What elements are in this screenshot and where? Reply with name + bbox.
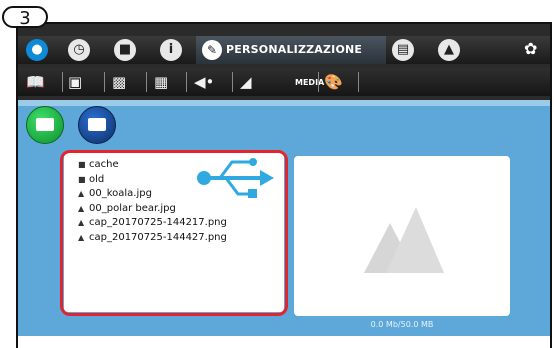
separator [318, 72, 319, 92]
separator [62, 72, 63, 92]
picture-frame-icon[interactable]: ▦ [154, 72, 168, 92]
device-screen: ● ◷ ■ i ✎ PERSONALIZZAZIONE ▤ ▲ ✿ 📖 ▣ ▩ … [18, 24, 550, 336]
tab-label: PERSONALIZZAZIONE [226, 43, 363, 56]
image-icon[interactable]: ▩ [112, 72, 126, 92]
video-camera-icon [88, 118, 106, 131]
storage-usage: 0.0 Mb/50.0 MB [370, 320, 434, 329]
printer-icon[interactable]: ▲ [438, 39, 460, 61]
book-open-icon[interactable]: 📖 [26, 72, 45, 92]
speaker-icon[interactable]: ◀• [194, 72, 214, 92]
clock-icon[interactable]: ◷ [68, 39, 90, 61]
file-list-highlight [60, 150, 288, 316]
book-icon[interactable]: ▤ [392, 39, 414, 61]
sub-toolbar [18, 68, 550, 96]
image-placeholder-icon [364, 207, 444, 273]
separator [104, 72, 105, 92]
book-icon[interactable]: ▣ [68, 72, 82, 92]
palette-icon[interactable]: 🎨 [324, 72, 343, 92]
media-label: MEDIA [295, 78, 325, 87]
media-icon[interactable]: ◢ [240, 72, 252, 92]
media-content-area: ■ cache ■ old ▲ 00_koala.jpg ▲ 00_polar bear… [18, 100, 550, 336]
tab-personalizzazione[interactable]: ✎ PERSONALIZZAZIONE [196, 36, 386, 64]
images-icon [36, 118, 54, 131]
separator [358, 72, 359, 92]
image-preview-panel [294, 156, 510, 316]
separator [232, 72, 233, 92]
images-button[interactable] [26, 106, 64, 144]
video-button[interactable] [78, 106, 116, 144]
pen-icon: ✎ [202, 40, 222, 60]
folder-icon[interactable]: ■ [114, 39, 136, 61]
wrench-icon[interactable]: ✿ [524, 39, 537, 58]
info-icon[interactable]: i [160, 39, 182, 61]
separator [186, 72, 187, 92]
step-number-badge: 3 [2, 6, 48, 29]
drop-icon[interactable]: ● [26, 39, 48, 61]
separator [146, 72, 147, 92]
